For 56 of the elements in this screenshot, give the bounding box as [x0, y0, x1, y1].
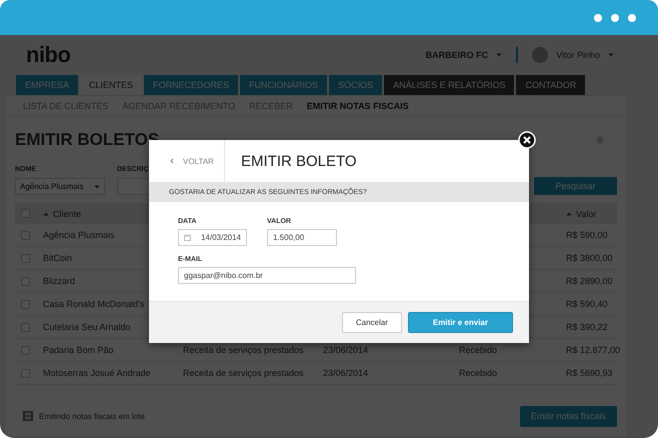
column-header[interactable]: Cliente [53, 208, 82, 218]
column-header[interactable]: Valor [576, 208, 596, 218]
window-dot [611, 14, 619, 22]
table-cell-text: Padaria Bom Pão [43, 345, 115, 355]
dialog-title: EMITIR BOLETO [240, 152, 357, 172]
avatar [532, 47, 548, 63]
table-cell-text: Recebido [459, 345, 498, 355]
table-cell-text: R$ 590,00 [566, 230, 609, 240]
nav-tab[interactable]: SÓCIOS [329, 75, 382, 95]
calendar-icon [184, 233, 191, 242]
caret-icon [608, 52, 614, 58]
window-dot [628, 14, 636, 22]
table-cell-text: Receita de serviços prestados [183, 345, 305, 355]
table-cell-text: Motoserras Josué Andrade [43, 368, 152, 378]
nav-tab[interactable]: CLIENTES [80, 75, 142, 95]
sort-icon [566, 210, 572, 216]
chevron-left-icon [169, 158, 175, 164]
nav-tab[interactable]: FORNECEDORES [144, 75, 238, 95]
table-cell-text: Cutelaria Seu Arnaldo [43, 322, 132, 332]
table-cell-text: R$ 5690,93 [566, 368, 614, 378]
sub-tab[interactable]: EMITIR NOTAS FISCAIS [306, 100, 409, 110]
table-cell: R$ 12.877,00 [566, 345, 620, 355]
table-cell-text: R$ 3800,00 [566, 253, 614, 263]
nav-tab[interactable]: ANÁLISES E RELATÓRIOS [384, 75, 514, 95]
table-cell-text: Blizzard [43, 276, 76, 286]
footer-label: Emitindo notas fiscais em lote [39, 412, 145, 420]
table-cell-text: R$ 390,22 [566, 322, 609, 332]
caret-icon [94, 184, 100, 190]
document-icon [23, 411, 33, 421]
nav-tab[interactable]: CONTADOR [516, 75, 586, 95]
date-field[interactable]: 14/03/2014 [178, 229, 247, 246]
nav-tab[interactable]: FUNCIONÁRIOS [240, 75, 328, 95]
submit-button[interactable]: Emitir e enviar [408, 312, 513, 333]
cancel-button[interactable]: Cancelar [342, 312, 402, 333]
email-field[interactable]: ggaspar@nibo.com.br [178, 267, 356, 284]
table-cell-text: R$ 2890,00 [566, 276, 614, 286]
table-cell-text: 23/06/2014 [323, 368, 370, 378]
logo: nibo [26, 42, 70, 68]
value-field[interactable]: 1.500,00 [267, 229, 337, 246]
table-cell-text: R$ 590,40 [566, 299, 609, 309]
close-icon[interactable] [518, 131, 536, 149]
table-cell-text: 23/06/2014 [323, 345, 370, 355]
table-cell-text: Receita de serviços prestados [183, 368, 305, 378]
back-button[interactable]: VOLTAR [149, 140, 225, 182]
issue-invoices-button[interactable]: Emitir notas fiscais [520, 406, 617, 426]
table-cell-text: Agência Plusmais [43, 230, 116, 240]
search-button[interactable]: Pesquisar [534, 177, 617, 195]
name-select[interactable]: Agência Plusmais [15, 178, 105, 195]
user-menu[interactable]: Vitor Pinho [556, 50, 600, 60]
window-dot [594, 14, 602, 22]
nav-tab[interactable]: EMPRESA [16, 75, 78, 95]
sort-icon [43, 210, 49, 216]
table-cell-text: Recebido [459, 368, 498, 378]
table-cell-text: Casa Ronald McDonald's [43, 299, 146, 309]
caret-icon [496, 52, 502, 58]
company-menu[interactable]: BARBEIRO FC [426, 50, 488, 60]
